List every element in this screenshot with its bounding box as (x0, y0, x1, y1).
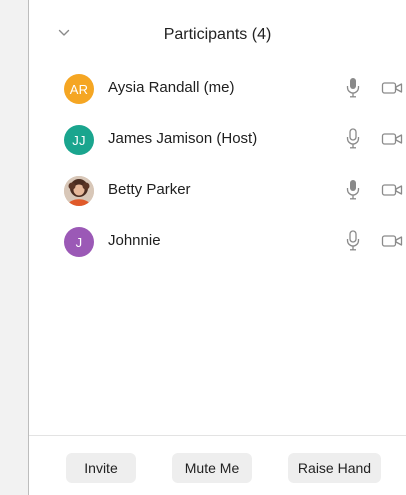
participant-name: Johnnie (108, 232, 161, 249)
microphone-active-icon[interactable] (345, 77, 361, 99)
invite-button[interactable]: Invite (66, 453, 136, 483)
video-camera-icon[interactable] (381, 233, 403, 249)
participant-row[interactable]: Betty Parker (29, 168, 406, 219)
participant-row[interactable]: AR Aysia Randall (me) (29, 66, 406, 117)
participant-list: AR Aysia Randall (me) JJ James Jamison (… (29, 66, 406, 270)
participants-panel: Participants (4) AR Aysia Randall (me) J… (28, 0, 406, 495)
avatar-initials: AR (69, 81, 89, 97)
video-camera-icon[interactable] (381, 80, 403, 96)
avatar: AR (64, 74, 94, 104)
person-photo-icon (64, 176, 94, 206)
participant-name: James Jamison (Host) (108, 130, 258, 147)
microphone-outline-icon[interactable] (345, 128, 361, 150)
avatar-initials: J (75, 234, 83, 250)
video-camera-icon[interactable] (381, 131, 403, 147)
participant-name: Aysia Randall (me) (108, 79, 235, 96)
avatar: JJ (64, 125, 94, 155)
participant-row[interactable]: JJ James Jamison (Host) (29, 117, 406, 168)
raise-hand-button[interactable]: Raise Hand (288, 453, 381, 483)
panel-header: Participants (4) (29, 0, 406, 68)
avatar-photo (64, 176, 94, 206)
panel-title: Participants (4) (163, 26, 272, 43)
mute-me-button[interactable]: Mute Me (172, 453, 252, 483)
video-camera-icon[interactable] (381, 182, 403, 198)
avatar: J (64, 227, 94, 257)
microphone-active-icon[interactable] (345, 179, 361, 201)
participant-row[interactable]: J Johnnie (29, 219, 406, 270)
avatar-initials: JJ (72, 132, 86, 148)
panel-footer: Invite Mute Me Raise Hand (29, 435, 406, 495)
participant-name: Betty Parker (108, 181, 191, 198)
microphone-outline-icon[interactable] (345, 230, 361, 252)
